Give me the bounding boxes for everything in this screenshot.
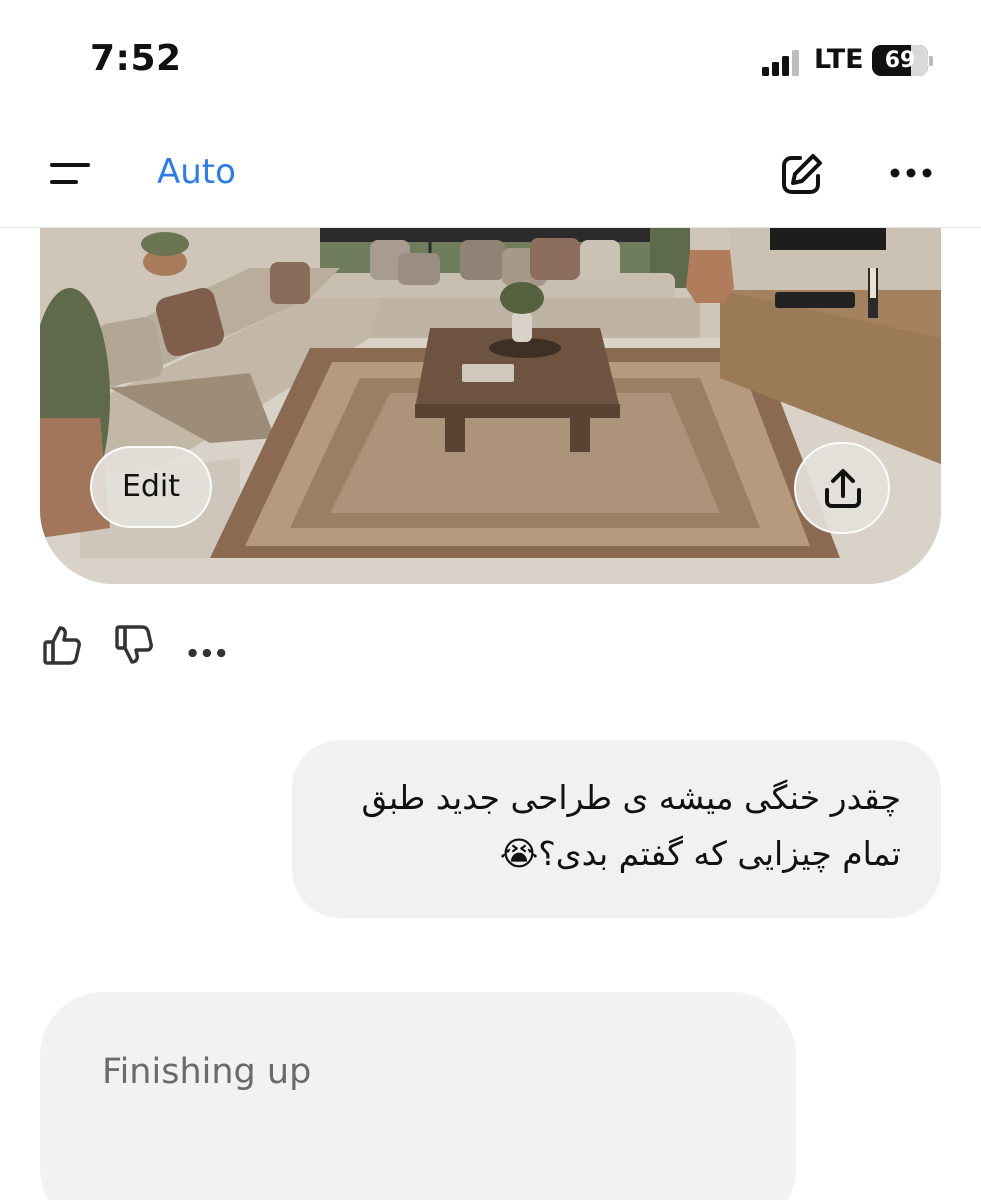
status-time: 7:52 (90, 38, 182, 79)
thumbs-up-icon[interactable] (40, 622, 84, 668)
top-nav: Auto (0, 120, 981, 228)
menu-icon[interactable] (46, 156, 94, 192)
share-icon (825, 469, 861, 508)
user-message-line-2: تمام چیزایی که گفتم بدی؟😭 (499, 834, 901, 873)
thumbs-down-icon[interactable] (112, 622, 156, 668)
battery-level: 69 (884, 48, 916, 73)
assistant-status: Finishing up (102, 1052, 312, 1092)
edit-image-button[interactable]: Edit (90, 446, 212, 528)
user-message-line-1: چقدر خنگی میشه ی طراحی جدید طبق (361, 778, 902, 817)
more-icon[interactable] (888, 160, 934, 186)
signal-icon (762, 50, 799, 76)
share-button[interactable] (794, 442, 890, 534)
assistant-status-bubble: Finishing up (40, 992, 796, 1200)
living-room-image (40, 228, 941, 584)
model-selector[interactable]: Auto (157, 152, 236, 192)
generated-image[interactable]: Edit (40, 228, 941, 584)
user-message-bubble: چقدر خنگی میشه ی طراحی جدید طبق تمام چیز… (292, 740, 941, 918)
network-type: LTE (814, 44, 864, 75)
status-bar: 7:52 LTE 69 (0, 0, 981, 120)
new-chat-icon[interactable] (778, 152, 824, 198)
battery-icon: 69 (872, 45, 933, 76)
message-actions (40, 622, 260, 672)
more-icon[interactable] (186, 630, 230, 676)
